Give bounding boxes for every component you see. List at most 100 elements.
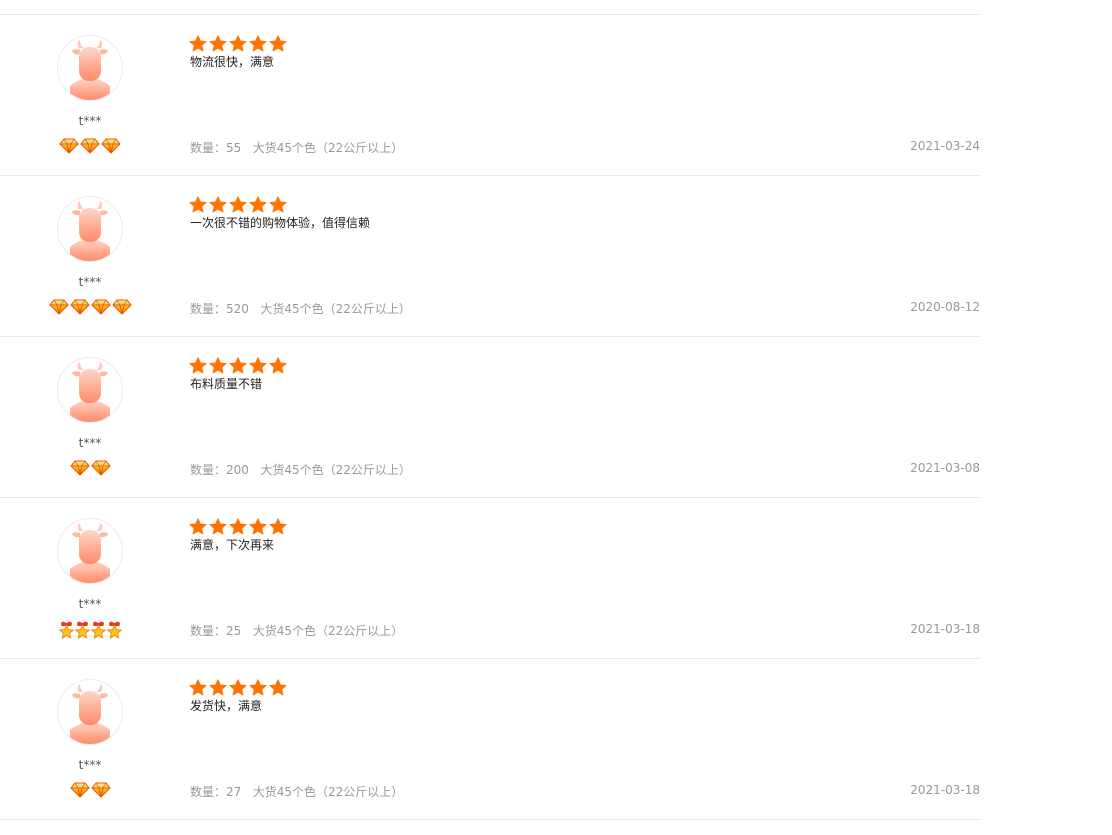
crown-medal-icon xyxy=(58,621,74,639)
crown-medal-icon xyxy=(74,621,90,639)
quantity-value: 25 xyxy=(226,624,242,638)
review-date: 2021-03-24 xyxy=(910,139,980,153)
review-text: 布料质量不错 xyxy=(190,377,263,391)
user-name: t*** xyxy=(78,436,102,450)
star-icon xyxy=(189,679,207,696)
quantity-value: 200 xyxy=(226,463,249,477)
diamond-icon xyxy=(90,782,111,798)
diamond-icon xyxy=(90,299,111,315)
user-name: t*** xyxy=(78,114,102,128)
crown-medal-icon xyxy=(106,621,122,639)
star-icon xyxy=(229,35,247,52)
star-icon xyxy=(189,679,207,696)
user-avatar[interactable] xyxy=(57,518,123,584)
review-item: t*** 一次很不错的购物体验，值得信赖 数量：520 大货45个色（22公斤以… xyxy=(0,176,980,337)
crown-medal-icon xyxy=(90,621,106,639)
order-info: 数量：520 大货45个色（22公斤以上） xyxy=(190,300,411,317)
review-text: 一次很不错的购物体验，值得信赖 xyxy=(190,216,371,230)
user-avatar[interactable] xyxy=(57,357,123,423)
star-icon xyxy=(269,679,287,696)
star-icon xyxy=(249,35,267,52)
review-item: t*** 布料质量不错 数量：200 大货45个色（22公斤以上） 2021-0… xyxy=(0,337,980,498)
user-avatar[interactable] xyxy=(57,679,123,745)
diamond-icon xyxy=(90,460,111,476)
review-list: t*** 物流很快，满意 数量：55 大货45个色（22公斤以上） 2021-0… xyxy=(0,14,980,820)
review-item: t*** 物流很快，满意 数量：55 大货45个色（22公斤以上） 2021-0… xyxy=(0,15,980,176)
star-icon xyxy=(189,357,207,374)
diamond-icon xyxy=(69,299,90,315)
cow-avatar-icon xyxy=(70,684,110,744)
crown-medal-icon xyxy=(106,621,122,639)
rating-stars xyxy=(189,518,289,535)
star-icon xyxy=(249,357,267,374)
order-info: 数量：25 大货45个色（22公斤以上） xyxy=(190,622,403,639)
review-date: 2021-03-18 xyxy=(910,622,980,636)
spec-value: 大货45个色（22公斤以上） xyxy=(252,141,404,155)
user-avatar[interactable] xyxy=(57,35,123,101)
review-date: 2021-03-08 xyxy=(910,461,980,475)
star-icon xyxy=(209,518,227,535)
review-item: t*** 满意，下次再来 数量：25 大货45个色（22公斤以上） 2021-0… xyxy=(0,498,980,659)
star-icon xyxy=(189,518,207,535)
review-date: 2021-03-18 xyxy=(910,783,980,797)
star-icon xyxy=(229,357,247,374)
rating-stars xyxy=(189,679,289,696)
diamond-icon xyxy=(90,460,111,476)
diamond-icon xyxy=(69,782,90,798)
spec-value: 大货45个色（22公斤以上） xyxy=(252,624,404,638)
order-info: 数量：200 大货45个色（22公斤以上） xyxy=(190,461,411,478)
buyer-level-badges xyxy=(0,460,180,476)
user-avatar[interactable] xyxy=(57,196,123,262)
star-icon xyxy=(229,196,247,213)
buyer-level-badges xyxy=(0,138,180,154)
star-icon xyxy=(269,679,287,696)
diamond-icon xyxy=(69,460,90,476)
star-icon xyxy=(209,35,227,52)
star-icon xyxy=(269,35,287,52)
star-icon xyxy=(249,196,267,213)
user-name: t*** xyxy=(78,597,102,611)
star-icon xyxy=(249,518,267,535)
star-icon xyxy=(269,196,287,213)
star-icon xyxy=(189,196,207,213)
star-icon xyxy=(209,35,227,52)
star-icon xyxy=(269,518,287,535)
diamond-icon xyxy=(80,138,100,154)
quantity-label: 数量： xyxy=(190,141,227,155)
diamond-icon xyxy=(48,299,69,315)
rating-stars xyxy=(189,357,289,374)
diamond-icon xyxy=(111,299,132,315)
star-icon xyxy=(249,518,267,535)
star-icon xyxy=(229,196,247,213)
star-icon xyxy=(209,679,227,696)
diamond-icon xyxy=(80,138,100,154)
diamond-icon xyxy=(69,782,90,798)
spec-gap xyxy=(249,302,260,316)
star-icon xyxy=(249,35,267,52)
diamond-icon xyxy=(59,138,79,154)
star-icon xyxy=(249,196,267,213)
quantity-label: 数量： xyxy=(190,302,227,316)
spec-value: 大货45个色（22公斤以上） xyxy=(252,785,404,799)
cow-avatar-icon xyxy=(70,362,110,422)
review-text: 物流很快，满意 xyxy=(190,55,275,69)
spec-gap xyxy=(249,463,260,477)
diamond-icon xyxy=(69,299,90,315)
star-icon xyxy=(229,518,247,535)
cow-avatar-icon xyxy=(70,523,110,583)
order-info: 数量：55 大货45个色（22公斤以上） xyxy=(190,139,403,156)
star-icon xyxy=(189,35,207,52)
quantity-label: 数量： xyxy=(190,463,227,477)
star-icon xyxy=(229,679,247,696)
diamond-icon xyxy=(90,782,111,798)
quantity-value: 27 xyxy=(226,785,242,799)
star-icon xyxy=(229,357,247,374)
buyer-level-badges xyxy=(0,621,180,639)
star-icon xyxy=(249,679,267,696)
star-icon xyxy=(189,518,207,535)
user-name: t*** xyxy=(78,758,102,772)
star-icon xyxy=(209,357,227,374)
diamond-icon xyxy=(69,460,90,476)
star-icon xyxy=(209,196,227,213)
star-icon xyxy=(269,357,287,374)
